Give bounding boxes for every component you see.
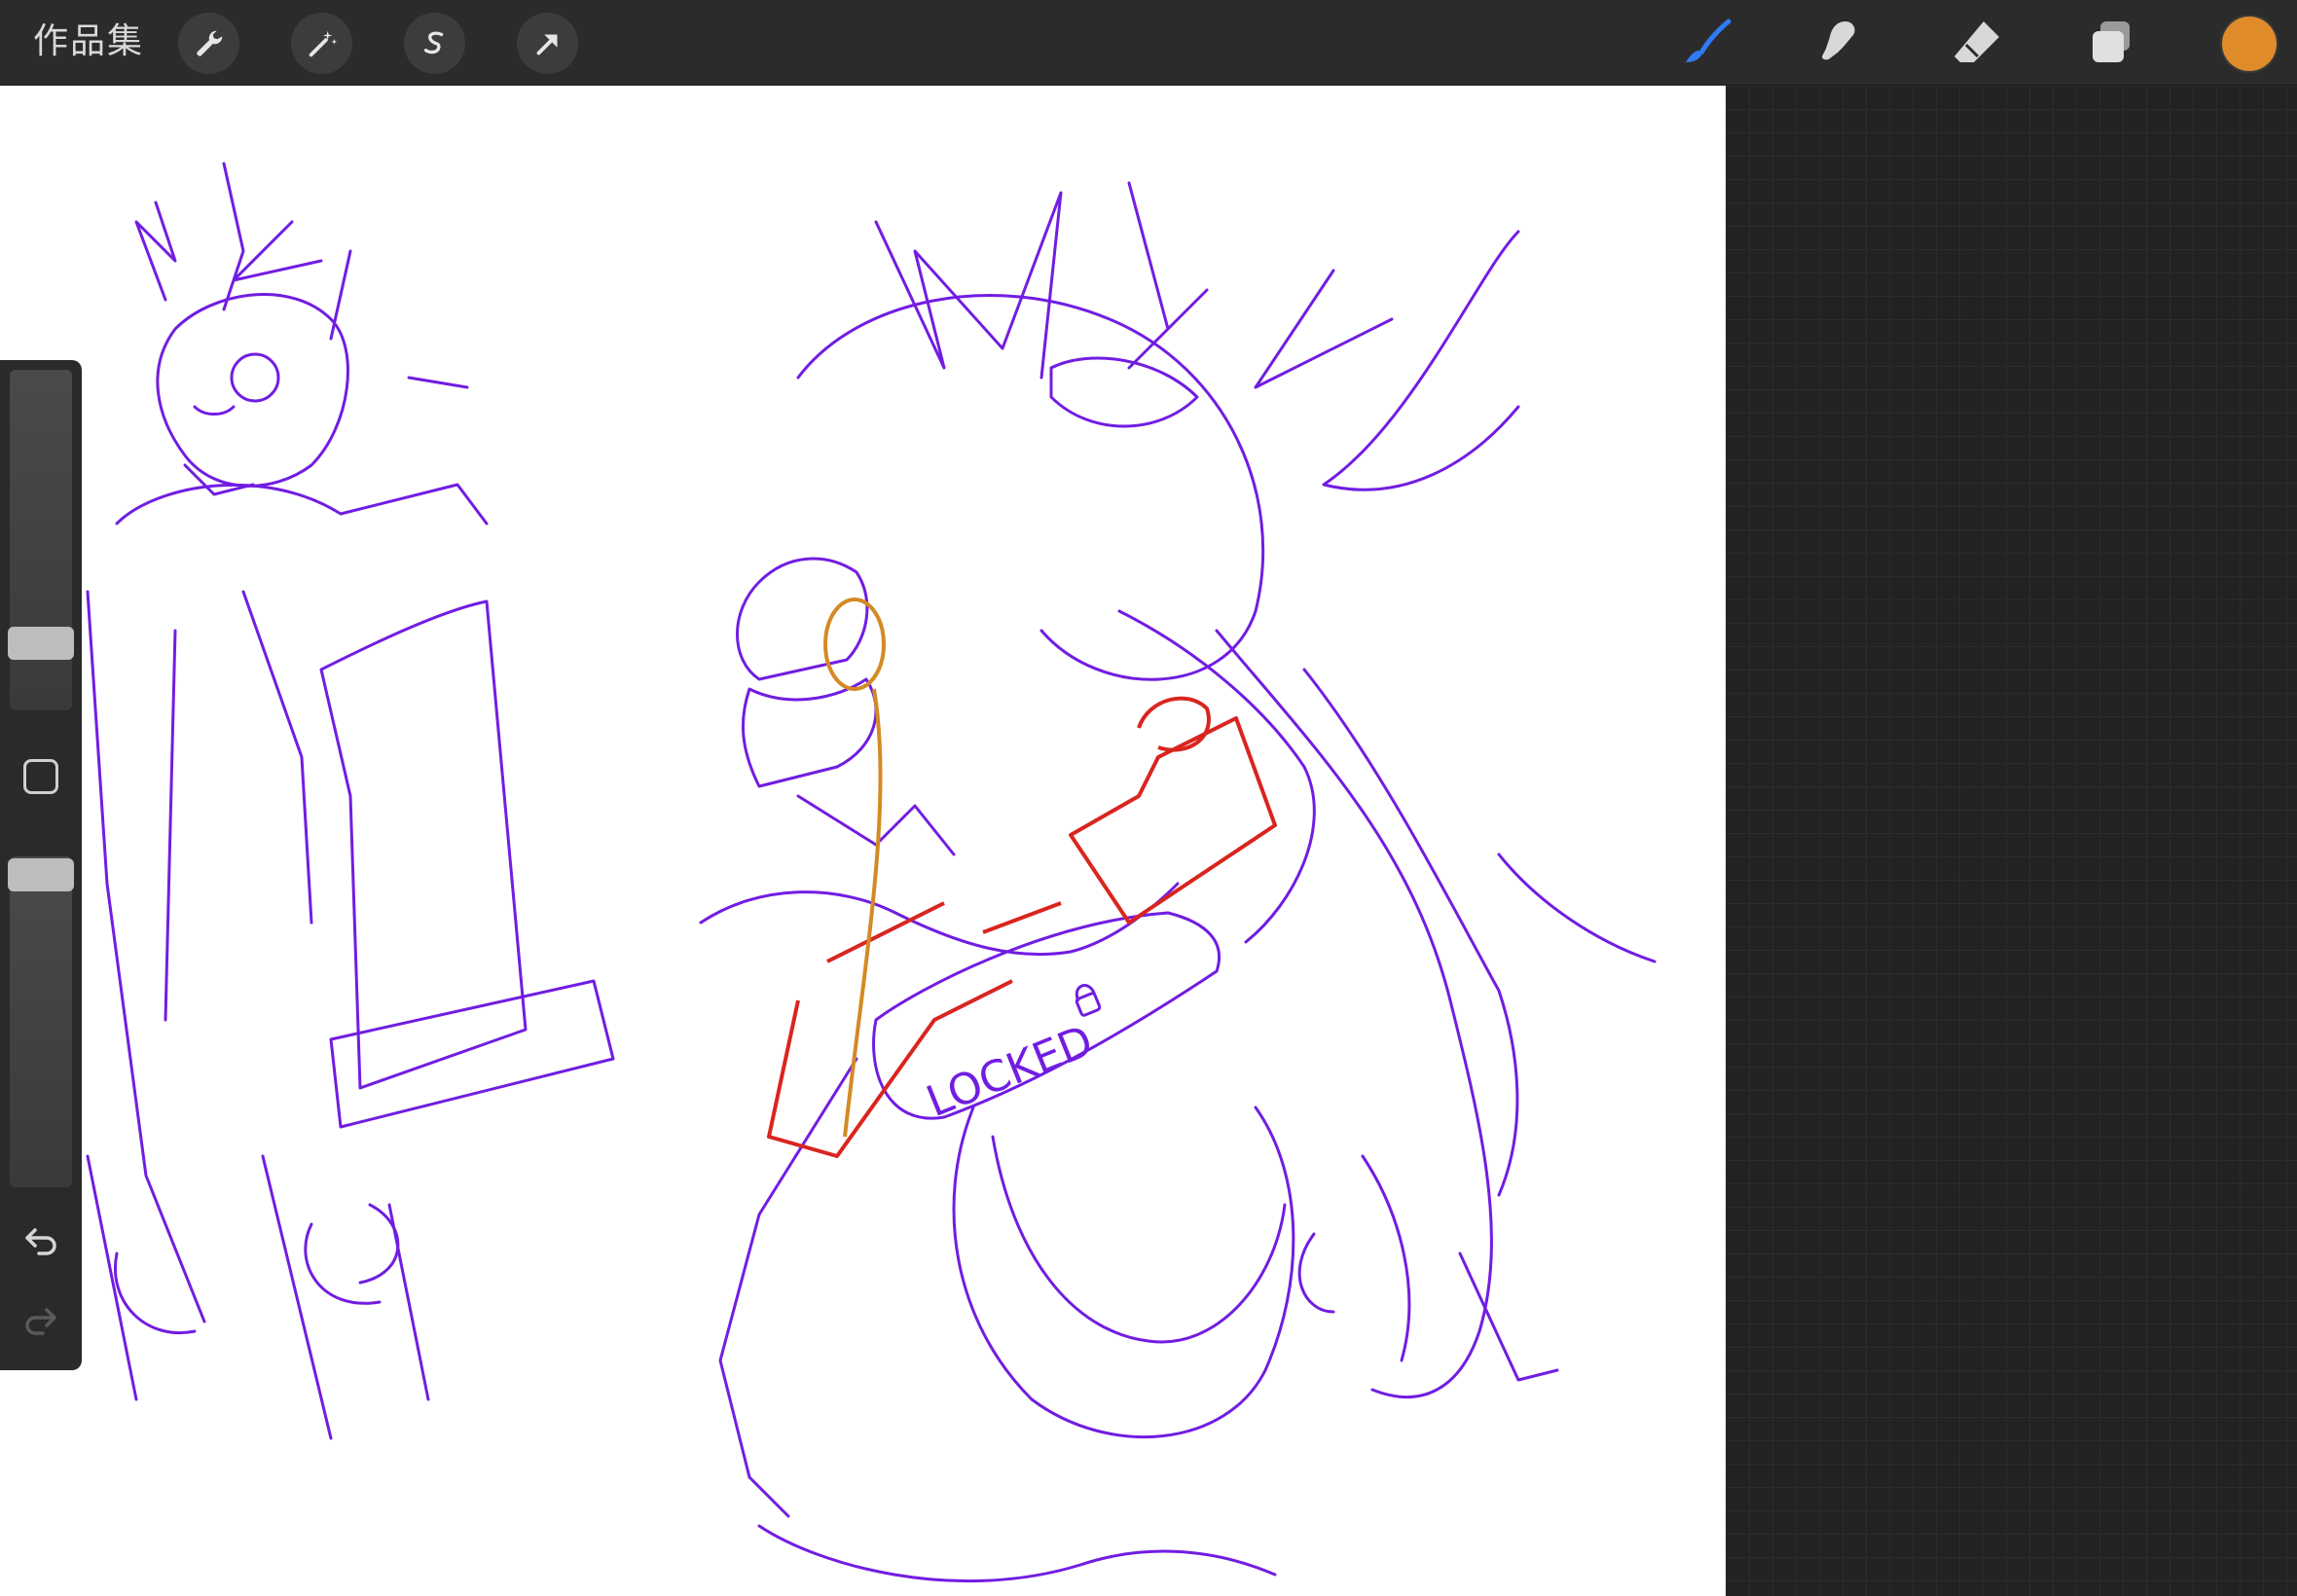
arrow-transform-icon[interactable] [517, 13, 578, 74]
undo-icon[interactable] [18, 1216, 64, 1263]
eraser-icon[interactable] [1945, 12, 2007, 74]
side-toolbar [0, 360, 82, 1370]
brush-icon[interactable] [1676, 12, 1738, 74]
wrench-icon[interactable] [178, 13, 239, 74]
opacity-slider[interactable] [10, 856, 72, 1187]
gallery-button[interactable]: 作品集 [33, 19, 144, 64]
top-toolbar: 作品集 [0, 0, 2297, 86]
modify-square-icon[interactable] [23, 759, 58, 794]
canvas-background-grid [1726, 86, 2297, 1596]
smudge-icon[interactable] [1808, 12, 1871, 74]
redo-icon[interactable] [18, 1296, 64, 1343]
sketch-artwork: LOCKED [86, 162, 1657, 1582]
opacity-thumb[interactable] [8, 858, 74, 891]
drawing-canvas[interactable]: LOCKED [0, 86, 1726, 1596]
brush-size-thumb[interactable] [8, 627, 74, 660]
color-picker-swatch[interactable] [2222, 17, 2277, 71]
magic-wand-icon[interactable] [291, 13, 352, 74]
selection-s-icon[interactable] [404, 13, 465, 74]
locked-annotation: LOCKED [920, 1016, 1100, 1127]
layers-icon[interactable] [2081, 12, 2143, 74]
